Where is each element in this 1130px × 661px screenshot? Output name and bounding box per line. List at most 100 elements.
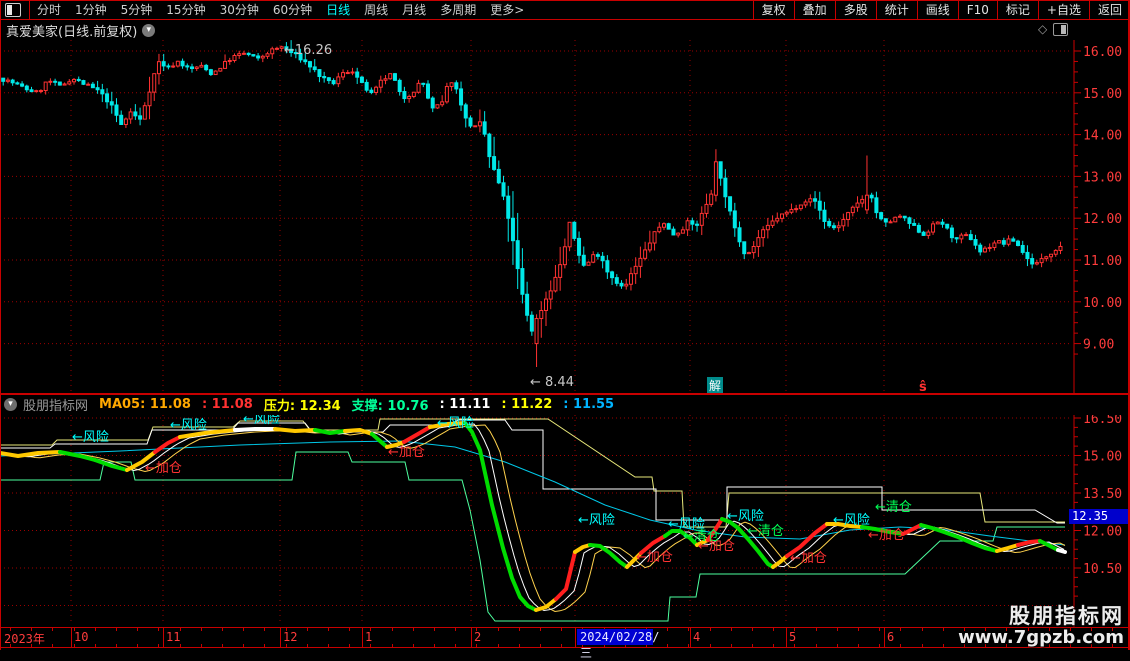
app-window: 分时 1分钟 5分钟 15分钟 30分钟 60分钟 日线 周线 月线 多周期 更多> 复权 叠加 多股统… (0, 0, 1130, 660)
axis-tick (667, 644, 669, 647)
axis-tick (243, 644, 245, 647)
signal-risk: ←风险 (72, 430, 109, 445)
axis-tick (561, 644, 563, 647)
axis-label: 2023年 (4, 632, 45, 646)
axis-tick (264, 628, 266, 631)
menu-item-+自选[interactable]: +自选 (1039, 1, 1089, 18)
menu-item-F10[interactable]: F10 (959, 3, 997, 17)
axis-tick (794, 644, 796, 647)
menu-item-返回[interactable]: 返回 (1090, 1, 1130, 18)
axis-tick (497, 644, 499, 647)
menu-item-复权[interactable]: 复权 (754, 1, 794, 18)
axis-tick (900, 628, 902, 631)
signal-add: ←加仓 (145, 461, 182, 476)
indicator-value: : 11.55 (563, 396, 615, 412)
indicator-value: MA05: 11.08 (99, 396, 191, 412)
signal-risk: ←风险 (243, 415, 280, 427)
axis-tick (497, 628, 499, 631)
indicator-value: : 11.11 (439, 396, 491, 412)
menu-item-叠加[interactable]: 叠加 (795, 1, 835, 18)
axis-tick (306, 628, 308, 631)
indicator-value: : 11.08 (201, 396, 253, 412)
white-lag-ma-line (8, 423, 1065, 612)
svg-text:11.00: 11.00 (1083, 254, 1122, 269)
menu-item-画线[interactable]: 画线 (918, 1, 958, 18)
candles (1, 40, 1063, 368)
signal-clear: ←清仓 (747, 524, 784, 539)
axis-tick (752, 628, 753, 631)
menu-item-分时[interactable]: 分时 (30, 1, 68, 18)
axis-tick (52, 628, 54, 631)
axis-label: 6 (887, 630, 895, 644)
badge-text: 解 (709, 379, 721, 393)
axis-label: 4 (693, 630, 701, 644)
axis-tick (137, 628, 139, 631)
axis-tick (921, 644, 923, 647)
menubar-border (0, 19, 1130, 20)
chevron-down-icon[interactable]: ▾ (142, 24, 156, 37)
axis-tick (561, 628, 563, 631)
month-separator (71, 628, 72, 647)
axis-tick (942, 628, 944, 631)
split-window-icon[interactable] (1053, 22, 1069, 36)
axis-tick (942, 644, 944, 647)
menu-item-15分钟[interactable]: 15分钟 (159, 1, 212, 18)
menubar: 分时 1分钟 5分钟 15分钟 30分钟 60分钟 日线 周线 月线 多周期 更多> 复权 叠加 多股统… (0, 0, 1130, 19)
menu-item-多周期[interactable]: 多周期 (433, 1, 483, 18)
month-separator (362, 628, 363, 647)
chevron-down-icon[interactable]: ▾ (4, 397, 17, 411)
axis-tick (285, 644, 287, 647)
window-layout-icon[interactable] (5, 2, 21, 17)
menu-item-日线[interactable]: 日线 (319, 1, 357, 18)
split-marker: ŝ (919, 380, 927, 393)
titlebar: 真爱美家(日线.前复权) ▾ ◇ (0, 21, 1130, 40)
axis-tick (815, 628, 817, 631)
axis-tick (222, 644, 223, 647)
axis-tick (815, 644, 817, 647)
diamond-icon[interactable]: ◇ (1038, 22, 1047, 36)
stock-title[interactable]: 真爱美家(日线.前复权) (6, 21, 137, 40)
axis-tick (370, 644, 372, 647)
menu-item-30分钟[interactable]: 30分钟 (213, 1, 266, 18)
axis-tick (434, 628, 435, 631)
axis-tick (179, 644, 181, 647)
axis-tick (349, 644, 351, 647)
menu-item-多股[interactable]: 多股 (836, 1, 876, 18)
svg-text:10.50: 10.50 (1083, 562, 1122, 577)
axis-tick (434, 644, 435, 647)
month-separator (690, 628, 691, 647)
axis-tick (158, 628, 160, 631)
axis-tick (858, 644, 859, 647)
axis-tick (455, 628, 457, 631)
menu-item-5分钟[interactable]: 5分钟 (114, 1, 160, 18)
menu-item-月线[interactable]: 月线 (395, 1, 433, 18)
month-separator (884, 628, 885, 647)
axis-tick (328, 628, 329, 631)
svg-text:16.50: 16.50 (1083, 415, 1122, 427)
svg-text:13.50: 13.50 (1083, 487, 1122, 502)
month-separator (471, 628, 472, 647)
svg-text:10.00: 10.00 (1083, 296, 1122, 311)
menu-item-更多>[interactable]: 更多> (483, 1, 531, 18)
axis-tick (709, 628, 711, 631)
axis-tick (158, 644, 160, 647)
menu-item-周线[interactable]: 周线 (357, 1, 395, 18)
indicator-panel[interactable]: 16.5015.0013.5012.0010.50←风险←风险 ←风险 ←风险←加仓… (0, 415, 1130, 627)
month-separator (280, 628, 281, 647)
menu-item-60分钟[interactable]: 60分钟 (266, 1, 319, 18)
axis-label: 1 (365, 630, 373, 644)
watermark-site-name: 股朋指标网 (1009, 604, 1124, 629)
axis-tick (540, 628, 541, 631)
menu-item-标记[interactable]: 标记 (998, 1, 1038, 18)
indicator-header: ▾ 股朋指标网 MA05: 11.08: 11.08 压力: 12.34 支撑: 10… (0, 395, 1124, 414)
candlestick-panel[interactable]: 16.00 15.00 14.00 13.00 12.00 11.00 10.00 9.00 ←… (0, 40, 1130, 393)
menu-item-1分钟[interactable]: 1分钟 (68, 1, 114, 18)
axis-tick (306, 644, 308, 647)
axis-tick (328, 644, 329, 647)
axis-tick (709, 644, 711, 647)
axis-tick (52, 644, 54, 647)
high-price-label: ←16.26 (284, 43, 332, 58)
axis-tick (836, 628, 838, 631)
menu-item-统计[interactable]: 统计 (877, 1, 917, 18)
svg-text:13.00: 13.00 (1083, 170, 1122, 185)
